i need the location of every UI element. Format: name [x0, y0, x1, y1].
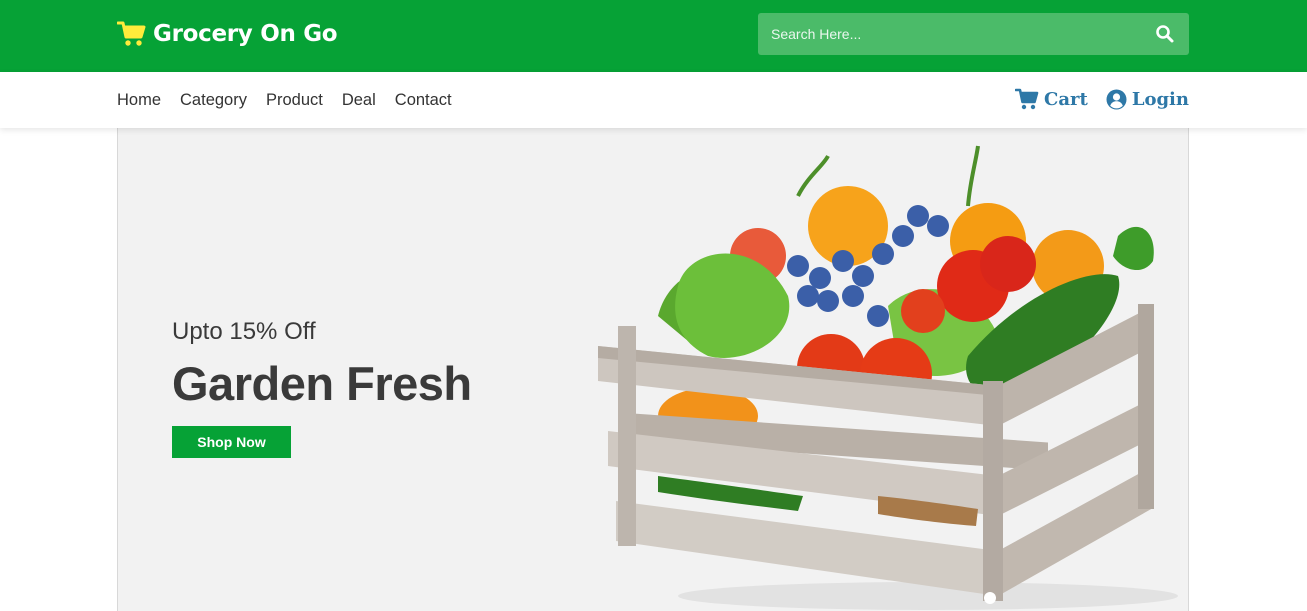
- cart-icon: [117, 21, 146, 46]
- hero-title: Garden Fresh: [172, 357, 472, 410]
- hero-subtitle: Upto 15% Off: [172, 318, 316, 345]
- nav-deal[interactable]: Deal: [342, 91, 376, 110]
- cart-label: Cart: [1044, 88, 1088, 110]
- nav-product[interactable]: Product: [266, 91, 323, 110]
- search-icon[interactable]: [1155, 24, 1175, 44]
- nav-links: Home Category Product Deal Contact: [117, 91, 452, 110]
- nav-contact[interactable]: Contact: [395, 91, 452, 110]
- nav-bar: Home Category Product Deal Contact Cart …: [0, 72, 1307, 128]
- nav-actions: Cart Login: [1015, 88, 1189, 110]
- brand-name: Grocery On Go: [153, 21, 338, 47]
- hero-banner: Upto 15% Off Garden Fresh Shop Now: [117, 128, 1189, 611]
- top-header: Grocery On Go: [0, 0, 1307, 72]
- brand-logo[interactable]: Grocery On Go: [117, 18, 338, 50]
- login-label: Login: [1131, 88, 1189, 110]
- vegetable-crate-image: [598, 145, 1178, 610]
- user-circle-icon: [1106, 89, 1127, 109]
- nav-home[interactable]: Home: [117, 91, 161, 110]
- shop-now-button[interactable]: Shop Now: [172, 426, 291, 458]
- login-link[interactable]: Login: [1106, 89, 1189, 110]
- search-bar: [758, 13, 1189, 55]
- cart-icon: [1015, 88, 1039, 110]
- nav-category[interactable]: Category: [180, 91, 247, 110]
- search-input[interactable]: [758, 13, 1138, 55]
- cart-link[interactable]: Cart: [1015, 88, 1088, 110]
